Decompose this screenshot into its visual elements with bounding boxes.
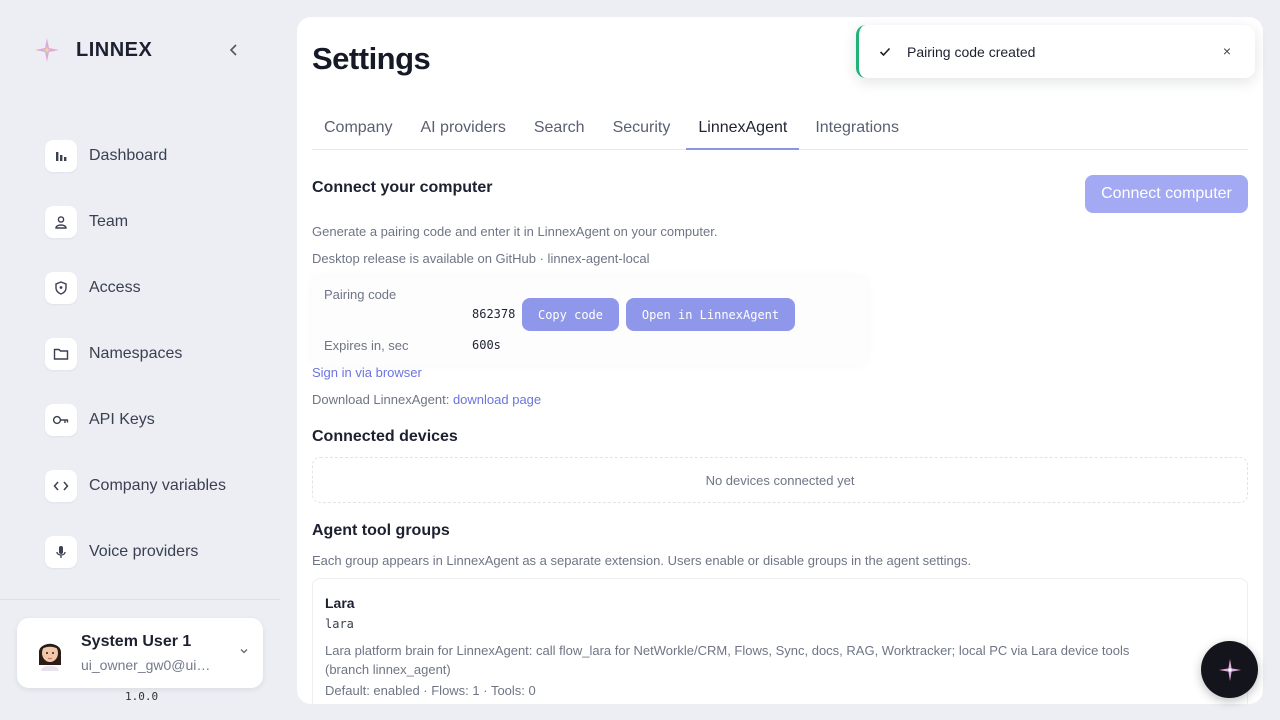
devices-section-title: Connected devices bbox=[312, 428, 458, 445]
expires-label: Expires in, sec bbox=[324, 338, 409, 353]
user-info: System User 1 ui_owner_gw0@ui_test.local bbox=[81, 633, 217, 673]
pairing-code-label: Pairing code bbox=[324, 287, 397, 302]
shield-icon bbox=[45, 272, 77, 304]
expires-value: 600s bbox=[472, 338, 501, 352]
toast-message: Pairing code created bbox=[907, 43, 1036, 60]
sidebar-item-company-variables[interactable]: Company variables bbox=[45, 470, 226, 502]
bar-chart-icon bbox=[45, 140, 77, 172]
tab-company[interactable]: Company bbox=[312, 109, 404, 150]
sidebar-item-access[interactable]: Access bbox=[45, 272, 226, 304]
key-icon bbox=[45, 404, 77, 436]
sidebar-item-label: Company variables bbox=[89, 477, 226, 494]
check-icon bbox=[879, 47, 891, 57]
devices-empty-text: No devices connected yet bbox=[705, 472, 855, 488]
tool-group-meta: Default: enabled · Flows: 1 · Tools: 0 bbox=[325, 683, 536, 698]
sidebar-item-voice-providers[interactable]: Voice providers bbox=[45, 536, 226, 568]
chevron-left-icon bbox=[229, 44, 237, 56]
user-email: ui_owner_gw0@ui_test.local bbox=[81, 657, 217, 673]
logo-icon bbox=[35, 38, 59, 62]
user-name: System User 1 bbox=[81, 633, 192, 650]
sign-in-browser-link[interactable]: Sign in via browser bbox=[312, 365, 422, 380]
chevron-down-icon bbox=[240, 649, 248, 654]
close-icon[interactable]: × bbox=[1219, 43, 1235, 59]
user-menu[interactable]: System User 1 ui_owner_gw0@ui_test.local bbox=[17, 618, 263, 688]
tool-groups-description: Each group appears in LinnexAgent as a s… bbox=[312, 553, 972, 568]
code-icon bbox=[45, 470, 77, 502]
sidebar-item-team[interactable]: Team bbox=[45, 206, 226, 238]
sparkle-icon bbox=[1218, 658, 1241, 681]
app-version: 1.0.0 bbox=[125, 690, 159, 703]
tool-groups-section-title: Agent tool groups bbox=[312, 522, 450, 539]
sidebar-divider bbox=[0, 599, 280, 600]
connect-computer-button[interactable]: Connect computer bbox=[1085, 175, 1248, 213]
open-in-linnexagent-button[interactable]: Open in LinnexAgent bbox=[626, 298, 795, 331]
collapse-sidebar-button[interactable] bbox=[222, 38, 246, 62]
sidebar-item-label: Dashboard bbox=[89, 147, 168, 164]
microphone-icon bbox=[45, 536, 77, 568]
avatar bbox=[38, 643, 62, 671]
download-page-link[interactable]: download page bbox=[453, 392, 541, 407]
connect-description: Generate a pairing code and enter it in … bbox=[312, 224, 718, 239]
tool-group-description: Lara platform brain for LinnexAgent: cal… bbox=[325, 643, 1130, 677]
sidebar-item-api-keys[interactable]: API Keys bbox=[45, 404, 226, 436]
tool-group-name: Lara bbox=[325, 595, 355, 611]
devices-empty-state: No devices connected yet bbox=[312, 457, 1248, 503]
sidebar-item-label: Namespaces bbox=[89, 345, 183, 362]
sidebar-item-label: Voice providers bbox=[89, 543, 199, 560]
sidebar-nav: Dashboard Team Access Namespaces API Key… bbox=[45, 140, 226, 602]
download-line: Download LinnexAgent: download page bbox=[312, 392, 541, 407]
tool-group-id: lara bbox=[325, 617, 354, 631]
tab-linnexagent[interactable]: LinnexAgent bbox=[686, 109, 800, 150]
user-icon bbox=[45, 206, 77, 238]
brand[interactable]: LINNEX bbox=[34, 36, 152, 64]
tab-ai-providers[interactable]: AI providers bbox=[408, 109, 517, 150]
tab-integrations[interactable]: Integrations bbox=[803, 109, 911, 150]
download-prefix: Download LinnexAgent: bbox=[312, 392, 450, 407]
folder-icon bbox=[45, 338, 77, 370]
toast-notification: Pairing code created × bbox=[856, 25, 1255, 78]
sidebar: LINNEX Dashboard Team Access Namespaces … bbox=[0, 0, 296, 720]
settings-tabs: Company AI providers Search Security Lin… bbox=[312, 109, 1248, 150]
tab-search[interactable]: Search bbox=[522, 109, 597, 150]
sidebar-item-namespaces[interactable]: Namespaces bbox=[45, 338, 226, 370]
tab-security[interactable]: Security bbox=[601, 109, 683, 150]
sidebar-item-dashboard[interactable]: Dashboard bbox=[45, 140, 226, 172]
sidebar-item-label: Access bbox=[89, 279, 141, 296]
assistant-fab[interactable] bbox=[1201, 641, 1258, 698]
pairing-code-value: 862378 bbox=[472, 307, 516, 321]
sidebar-item-label: Team bbox=[89, 213, 129, 230]
release-info: Desktop release is available on GitHub ·… bbox=[312, 251, 650, 266]
tool-group-card[interactable]: Lara lara Lara platform brain for Linnex… bbox=[312, 578, 1248, 704]
brand-name: LINNEX bbox=[76, 38, 153, 61]
settings-panel: Settings Company AI providers Search Sec… bbox=[297, 17, 1263, 704]
sidebar-item-label: API Keys bbox=[89, 411, 155, 428]
copy-code-button[interactable]: Copy code bbox=[522, 298, 619, 331]
connect-section-title: Connect your computer bbox=[312, 179, 493, 196]
page-title: Settings bbox=[312, 41, 431, 76]
